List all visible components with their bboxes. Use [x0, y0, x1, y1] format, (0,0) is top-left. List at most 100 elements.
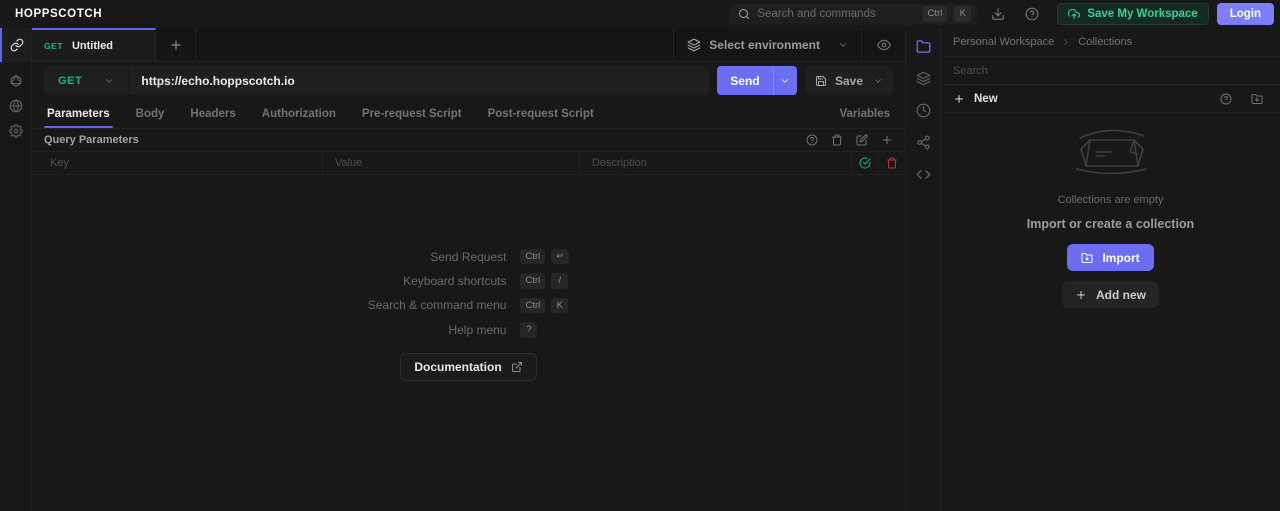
- clear-all-button[interactable]: [831, 134, 843, 146]
- documentation-label: Documentation: [414, 359, 502, 374]
- new-collection-button[interactable]: New: [953, 93, 1206, 105]
- param-description-input[interactable]: [591, 157, 852, 169]
- tab-title: Untitled: [71, 39, 113, 52]
- sidebar-item-environments[interactable]: [916, 71, 931, 86]
- global-search[interactable]: Search and commands Ctrl K: [729, 3, 978, 25]
- key-k: K: [551, 297, 569, 314]
- package-illustration: [1050, 122, 1172, 183]
- collections-search-row: [941, 57, 1280, 85]
- shortcut-keys: Ctrl /: [520, 273, 569, 289]
- key-ctrl: Ctrl: [520, 249, 546, 265]
- download-icon: [991, 7, 1005, 21]
- param-toggle-active-button[interactable]: [851, 152, 878, 174]
- key-question: ?: [520, 322, 538, 338]
- key-ctrl: Ctrl: [520, 297, 546, 314]
- param-value-cell: [321, 152, 579, 174]
- import-export-button[interactable]: [1246, 88, 1268, 110]
- request-panel: GET Untitled Select environment GET http…: [32, 28, 905, 511]
- wiki-help-button[interactable]: [806, 134, 818, 146]
- import-label: Import: [1102, 250, 1140, 265]
- add-new-label: Add new: [1096, 287, 1146, 302]
- sidebar-item-rest[interactable]: [0, 28, 31, 62]
- section-title: Query Parameters: [44, 134, 139, 146]
- tab-method-label: GET: [44, 40, 63, 51]
- send-options-chevron[interactable]: [772, 66, 797, 95]
- tab-label: Authorization: [261, 107, 336, 120]
- empty-state-subtitle: Import or create a collection: [1026, 217, 1195, 231]
- sidebar-item-graphql[interactable]: [0, 68, 31, 93]
- request-tab[interactable]: GET Untitled: [32, 28, 156, 61]
- trash-icon: [886, 157, 898, 169]
- shortcut-label: Send Request: [430, 249, 507, 264]
- tab-headers[interactable]: Headers: [177, 99, 248, 128]
- shortcut-label: Keyboard shortcuts: [403, 274, 507, 289]
- sidebar-item-realtime[interactable]: [0, 93, 31, 118]
- shortcut-label: Help menu: [448, 322, 507, 337]
- sidebar-item-generate-code[interactable]: [916, 167, 931, 182]
- save-options-chevron[interactable]: [873, 76, 883, 86]
- trash-icon: [831, 134, 843, 146]
- save-label: Save: [834, 73, 863, 88]
- login-label: Login: [1229, 8, 1261, 20]
- breadcrumb: Personal Workspace Collections: [941, 28, 1280, 57]
- send-label: Send: [730, 73, 760, 88]
- environment-quick-peek-button[interactable]: [861, 28, 905, 61]
- tab-authorization[interactable]: Authorization: [249, 99, 349, 128]
- empty-state-title: Collections are empty: [1057, 194, 1164, 206]
- install-app-button[interactable]: [985, 3, 1011, 25]
- help-circle-icon: [806, 134, 818, 146]
- param-delete-button[interactable]: [878, 152, 905, 174]
- edit-icon: [856, 134, 868, 146]
- sidebar-item-share[interactable]: [916, 135, 931, 150]
- breadcrumb-workspace[interactable]: Personal Workspace: [953, 36, 1054, 48]
- query-parameters-actions: [806, 134, 893, 146]
- url-input[interactable]: [129, 66, 709, 95]
- new-tab-button[interactable]: [156, 28, 196, 61]
- support-button[interactable]: [1019, 3, 1045, 25]
- shortcut-keys: Ctrl ↵: [520, 249, 570, 265]
- chevron-down-icon: [838, 40, 848, 50]
- collections-help-button[interactable]: [1215, 88, 1237, 110]
- sidebar-item-history[interactable]: [916, 103, 931, 118]
- plus-icon: [169, 38, 183, 52]
- param-value-input[interactable]: [334, 157, 579, 169]
- send-button[interactable]: Send: [716, 66, 797, 95]
- environment-selected-label: Select environment: [709, 37, 820, 52]
- query-parameters-header: Query Parameters: [32, 129, 905, 152]
- environment-selector[interactable]: Select environment: [673, 28, 861, 61]
- key-slash: /: [551, 273, 569, 289]
- request-tab-strip: GET Untitled Select environment: [32, 28, 905, 62]
- import-button[interactable]: Import: [1067, 244, 1154, 271]
- sidebar-item-settings[interactable]: [0, 118, 31, 143]
- shortcut-keys: Ctrl K: [520, 297, 569, 314]
- collections-empty-state: Collections are empty Import or create a…: [941, 113, 1280, 511]
- bulk-edit-button[interactable]: [856, 134, 868, 146]
- method-label: GET: [58, 74, 83, 87]
- breadcrumb-collections[interactable]: Collections: [1078, 36, 1132, 48]
- key-ctrl: Ctrl: [922, 6, 948, 22]
- key-k: K: [954, 6, 972, 22]
- method-select[interactable]: GET: [44, 66, 130, 95]
- gear-icon: [8, 123, 23, 138]
- add-parameter-button[interactable]: [881, 134, 893, 146]
- check-circle-icon: [859, 157, 871, 169]
- documentation-button[interactable]: Documentation: [400, 352, 537, 381]
- tab-label: Variables: [839, 107, 890, 120]
- param-key-input[interactable]: [50, 157, 322, 169]
- shortcut-keys: ?: [520, 322, 569, 338]
- tab-pre-request-script[interactable]: Pre-request Script: [349, 99, 475, 128]
- tab-variables[interactable]: Variables: [826, 99, 903, 128]
- share-icon: [916, 135, 931, 150]
- save-request-button[interactable]: Save: [804, 66, 893, 95]
- login-button[interactable]: Login: [1216, 3, 1274, 25]
- collections-search-input[interactable]: [953, 64, 1268, 77]
- tab-body[interactable]: Body: [123, 99, 178, 128]
- chevron-down-icon: [104, 76, 114, 86]
- save-my-workspace-button[interactable]: Save My Workspace: [1057, 3, 1209, 25]
- tab-post-request-script[interactable]: Post-request Script: [475, 99, 607, 128]
- add-new-button[interactable]: Add new: [1062, 281, 1159, 308]
- top-bar: HOPPSCOTCH Search and commands Ctrl K Sa…: [0, 0, 1280, 28]
- tab-parameters[interactable]: Parameters: [34, 99, 123, 128]
- sidebar-item-collections[interactable]: [916, 39, 931, 54]
- param-description-cell: [578, 152, 852, 174]
